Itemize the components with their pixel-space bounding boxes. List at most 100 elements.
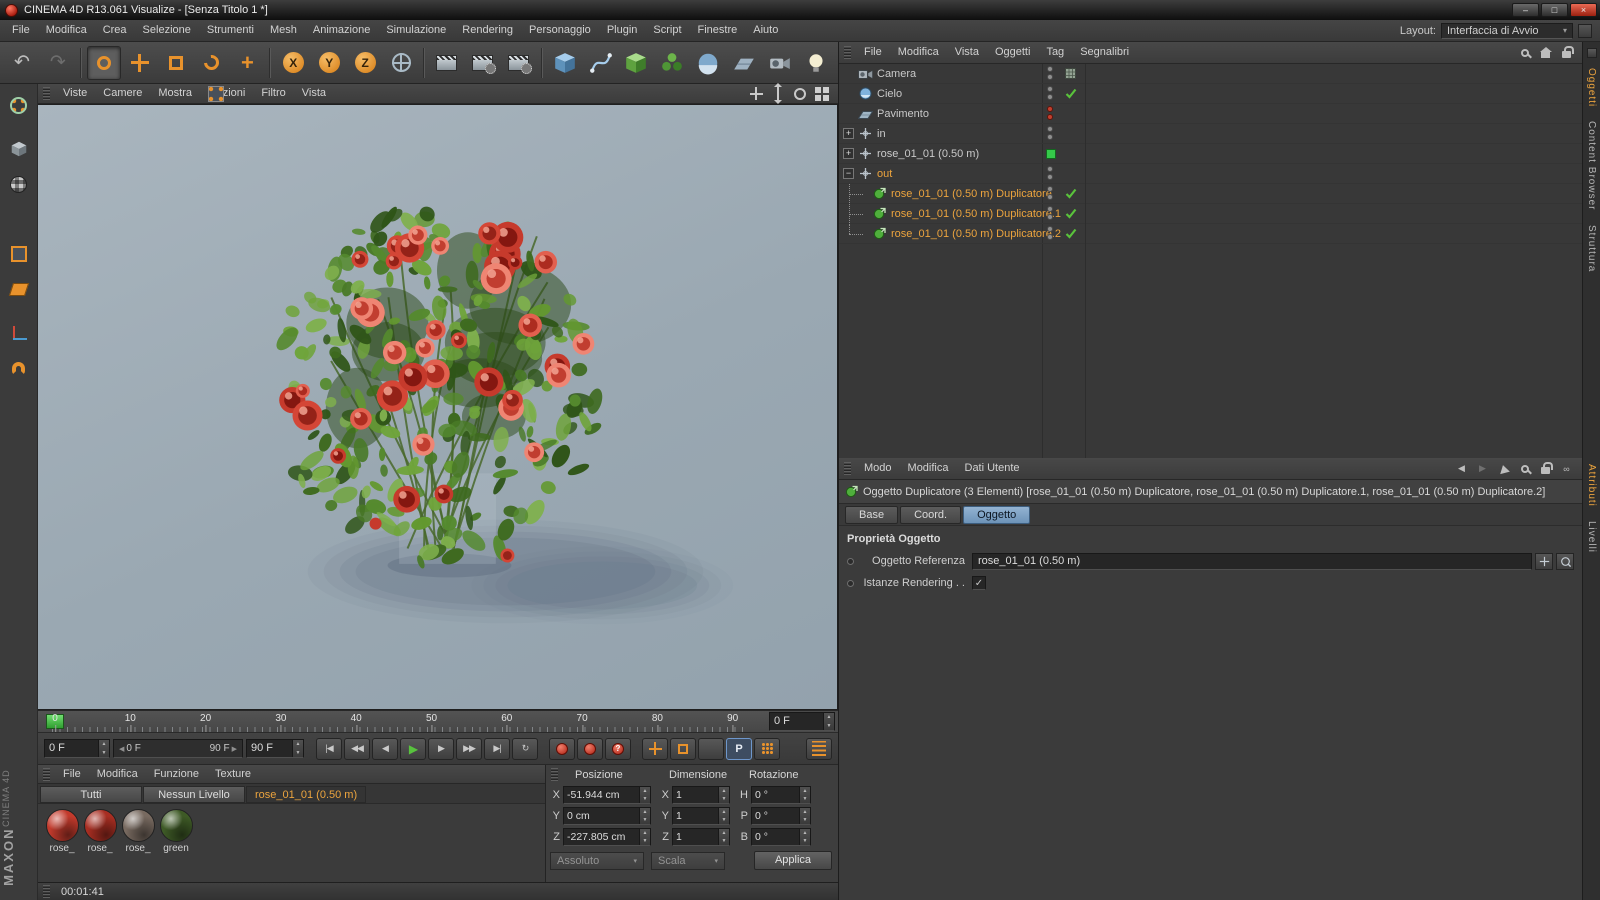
next-frame-button[interactable]: ▶	[428, 738, 454, 760]
minimize-button[interactable]: –	[1512, 3, 1539, 17]
om-menu-vista[interactable]: Vista	[947, 42, 987, 63]
reference-picker-icon[interactable]	[1556, 553, 1574, 570]
material-menu-file[interactable]: File	[55, 764, 89, 785]
panel-drag-handle[interactable]	[551, 768, 558, 781]
tree-row-camera[interactable]: Camera	[839, 64, 1582, 84]
search-icon[interactable]	[1517, 45, 1532, 60]
visibility-dots[interactable]	[1047, 166, 1053, 180]
om-menu-oggetti[interactable]: Oggetti	[987, 42, 1038, 63]
layout-select[interactable]: Interfaccia di Avvio ▾	[1441, 23, 1573, 39]
keyframe-dot-icon[interactable]	[847, 558, 854, 565]
viewport-menu-vista[interactable]: Vista	[294, 83, 334, 104]
record-keyframes-button[interactable]	[549, 738, 575, 760]
check-tag-icon[interactable]	[1065, 188, 1077, 202]
goto-start-button[interactable]: |◀	[316, 738, 342, 760]
tab-base[interactable]: Base	[845, 506, 898, 524]
visibility-dots[interactable]	[1047, 186, 1053, 200]
rotation-b-field[interactable]: 0 °▲▼	[751, 828, 811, 846]
maximize-button[interactable]: □	[1541, 3, 1568, 17]
lock-z-axis-button[interactable]: Z	[348, 46, 382, 80]
light-button[interactable]	[799, 46, 833, 80]
key-rotation-button[interactable]	[698, 738, 724, 760]
spinner-up-icon[interactable]: ▲	[99, 740, 109, 749]
material-item-1[interactable]: rose_	[82, 809, 118, 854]
tree-row-rose-01-01-0-50-m-duplicatore-1[interactable]: rose_01_01 (0.50 m) Duplicatore.1	[839, 204, 1582, 224]
om-menu-tag[interactable]: Tag	[1038, 42, 1072, 63]
lock-x-axis-button[interactable]: X	[276, 46, 310, 80]
menu-strumenti[interactable]: Strumenti	[199, 20, 262, 41]
visibility-dots[interactable]	[1047, 126, 1053, 140]
panel-options-icon[interactable]	[1587, 48, 1597, 58]
stage-floor-button[interactable]	[727, 46, 761, 80]
om-menu-segnalibri[interactable]: Segnalibri	[1072, 42, 1137, 63]
menu-aiuto[interactable]: Aiuto	[745, 20, 786, 41]
panel-drag-handle[interactable]	[844, 462, 851, 475]
tree-row-rose-01-01-0-50-m[interactable]: +rose_01_01 (0.50 m)	[839, 144, 1582, 164]
dolly-view-icon[interactable]	[770, 86, 786, 102]
history-forward-icon[interactable]: ▶	[1475, 461, 1490, 476]
spinner-down-icon[interactable]: ▼	[640, 795, 650, 803]
end-frame-field[interactable]: 90 F ▲▼	[246, 739, 304, 758]
lock-icon[interactable]	[1559, 45, 1574, 60]
om-menu-file[interactable]: File	[856, 42, 890, 63]
tree-row-rose-01-01-0-50-m-duplicatore-2[interactable]: rose_01_01 (0.50 m) Duplicatore.2	[839, 224, 1582, 244]
spinner-down-icon[interactable]: ▼	[800, 837, 810, 845]
scale-button[interactable]	[159, 46, 193, 80]
prev-frame-button[interactable]: ◀	[372, 738, 398, 760]
side-tab-attributi[interactable]: Attributi	[1586, 464, 1597, 507]
history-back-icon[interactable]: ◀	[1454, 461, 1469, 476]
spinner-up-icon[interactable]: ▲	[293, 740, 303, 749]
menu-animazione[interactable]: Animazione	[305, 20, 378, 41]
orbit-view-icon[interactable]	[792, 86, 808, 102]
move-button[interactable]	[123, 46, 157, 80]
expander-icon[interactable]: +	[843, 128, 854, 139]
menu-crea[interactable]: Crea	[95, 20, 135, 41]
points-mode-button[interactable]	[4, 204, 34, 234]
render-picture-viewer-button[interactable]	[466, 46, 500, 80]
spinner-down-icon[interactable]: ▼	[719, 795, 729, 803]
record-options-button[interactable]: ?	[605, 738, 631, 760]
prev-key-button[interactable]: ◀◀	[344, 738, 370, 760]
tree-row-pavimento[interactable]: Pavimento	[839, 104, 1582, 124]
expander-icon[interactable]: +	[843, 148, 854, 159]
om-menu-modifica[interactable]: Modifica	[890, 42, 947, 63]
play-button[interactable]: ▶	[400, 738, 426, 760]
live-selection-button[interactable]	[87, 46, 121, 80]
menu-plugin[interactable]: Plugin	[599, 20, 646, 41]
model-mode-button[interactable]	[4, 134, 34, 164]
menu-mesh[interactable]: Mesh	[262, 20, 305, 41]
titlebar[interactable]: CINEMA 4D R13.061 Visualize - [Senza Tit…	[0, 0, 1600, 20]
timeline-frame-field[interactable]: 0 F ▲▼	[769, 712, 835, 731]
side-tab-oggetti[interactable]: Oggetti	[1586, 68, 1597, 107]
close-button[interactable]: ×	[1570, 3, 1597, 17]
last-tool-button[interactable]: +	[230, 46, 264, 80]
spinner-down-icon[interactable]: ▼	[800, 816, 810, 824]
rotate-button[interactable]	[195, 46, 229, 80]
position-x-field[interactable]: -51.944 cm▲▼	[563, 786, 651, 804]
coordinate-system-button[interactable]	[384, 46, 418, 80]
next-key-button[interactable]: ▶▶	[456, 738, 482, 760]
pan-view-icon[interactable]	[748, 86, 764, 102]
menu-simulazione[interactable]: Simulazione	[378, 20, 454, 41]
mograph-button[interactable]	[655, 46, 689, 80]
key-scale-button[interactable]	[670, 738, 696, 760]
generator-button[interactable]	[620, 46, 654, 80]
range-right-icon[interactable]: ▶	[230, 745, 239, 753]
tree-row-in[interactable]: +in	[839, 124, 1582, 144]
material-menu-modifica[interactable]: Modifica	[89, 764, 146, 785]
size-y-field[interactable]: 1▲▼	[672, 807, 730, 825]
loop-button[interactable]: ↻	[512, 738, 538, 760]
spinner-down-icon[interactable]: ▼	[719, 816, 729, 824]
pointer-icon[interactable]	[1496, 461, 1511, 476]
grid-tag-icon[interactable]	[1065, 68, 1076, 82]
viewport-menu-viste[interactable]: Viste	[55, 83, 95, 104]
am-menu-modifica[interactable]: Modifica	[900, 458, 957, 479]
undo-button[interactable]: ↶	[5, 46, 39, 80]
istanze-rendering-checkbox[interactable]: ✓	[972, 576, 986, 590]
spinner-down-icon[interactable]: ▼	[640, 837, 650, 845]
preview-range-slider[interactable]: ◀ 0 F 90 F ▶	[113, 739, 243, 758]
texture-mode-button[interactable]	[4, 169, 34, 199]
axis-mode-button[interactable]	[4, 318, 34, 348]
check-tag-icon[interactable]	[1065, 208, 1077, 222]
toggle-views-icon[interactable]	[814, 86, 830, 102]
